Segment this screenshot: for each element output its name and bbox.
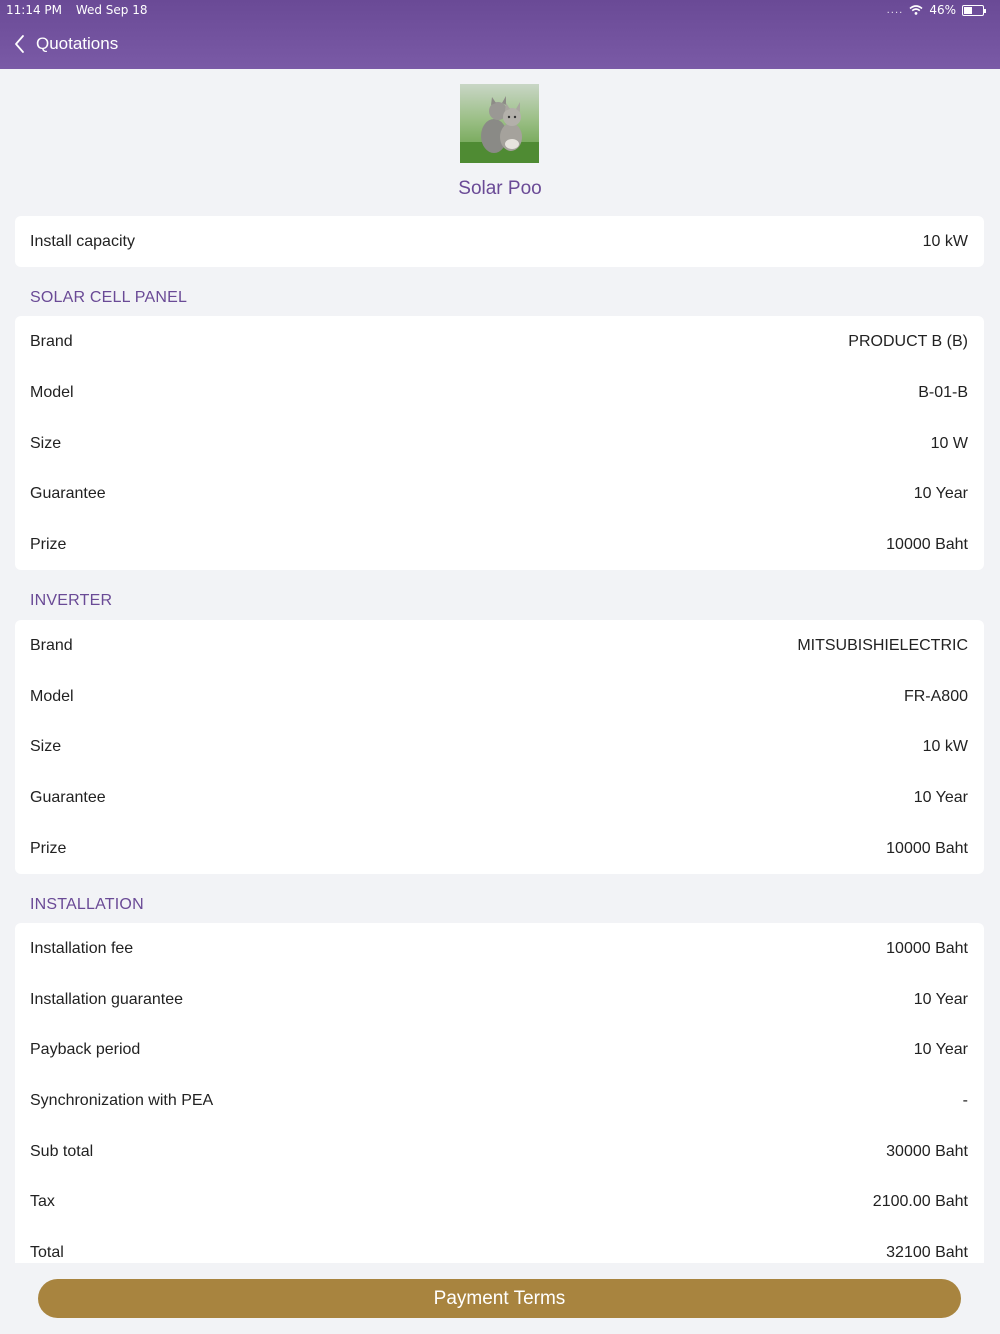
list-item: Size 10 kW	[15, 721, 984, 772]
row-label: Tax	[30, 1193, 55, 1210]
row-value: 10000 Baht	[886, 940, 968, 957]
row-value: 2100.00 Baht	[872, 1193, 968, 1210]
section-title-installation: INSTALLATION	[30, 896, 144, 913]
row-label: Size	[30, 435, 62, 452]
row-label: Prize	[30, 536, 67, 553]
row-value: 10 Year	[913, 991, 968, 1008]
status-date: Wed Sep 18	[75, 3, 148, 17]
back-label[interactable]: Quotations	[36, 34, 118, 54]
section-title-inverter: INVERTER	[30, 592, 113, 609]
list-item: Size 10 W	[15, 418, 984, 469]
row-value: 10 Year	[913, 1041, 968, 1058]
row-value: -	[962, 1092, 968, 1109]
list-item: Brand PRODUCT B (B)	[15, 316, 984, 367]
list-item: Prize 10000 Baht	[15, 823, 984, 874]
signal-dots: ....	[886, 4, 904, 16]
row-value: FR-A800	[903, 688, 968, 705]
status-time: 11:14 PM	[6, 3, 62, 17]
list-item: Tax 2100.00 Baht	[15, 1176, 984, 1227]
row-value: 10 W	[930, 435, 968, 452]
list-item: Brand MITSUBISHIELECTRIC	[15, 620, 984, 671]
installation-card: Installation fee 10000 Baht Installation…	[15, 923, 984, 1268]
list-item: Sub total 30000 Baht	[15, 1126, 984, 1177]
row-label: Prize	[30, 840, 67, 857]
list-item: Prize 10000 Baht	[15, 519, 984, 570]
list-item: Payback period 10 Year	[15, 1024, 984, 1075]
row-value: PRODUCT B (B)	[848, 333, 968, 350]
row-value: 10 kW	[922, 233, 968, 250]
row-label: Synchronization with PEA	[30, 1092, 214, 1109]
chevron-left-icon	[15, 35, 24, 53]
row-value: 10000 Baht	[886, 840, 968, 857]
row-label: Install capacity	[30, 233, 135, 250]
row-label: Model	[30, 384, 74, 401]
solar-cell-panel-card: Brand PRODUCT B (B) Model B-01-B Size 10…	[15, 316, 984, 570]
battery-icon	[962, 4, 986, 16]
row-label: Model	[30, 688, 74, 705]
navigation-header: 11:14 PM Wed Sep 18 .... 46% Quotations	[0, 0, 1000, 69]
row-label: Sub total	[30, 1143, 94, 1160]
row-value: 10 Year	[913, 789, 968, 806]
list-item: Installation fee 10000 Baht	[15, 923, 984, 974]
row-label: Guarantee	[30, 485, 106, 502]
row-value: MITSUBISHIELECTRIC	[797, 637, 968, 654]
summary-card: Install capacity 10 kW	[15, 216, 984, 267]
row-label: Payback period	[30, 1041, 141, 1058]
list-item: Installation guarantee 10 Year	[15, 974, 984, 1025]
row-value: 10000 Baht	[886, 536, 968, 553]
row-label: Size	[30, 738, 62, 755]
inverter-card: Brand MITSUBISHIELECTRIC Model FR-A800 S…	[15, 620, 984, 874]
status-bar: 11:14 PM Wed Sep 18 .... 46%	[0, 0, 1000, 20]
row-value: 10 kW	[922, 738, 968, 755]
list-item: Synchronization with PEA -	[15, 1075, 984, 1126]
list-item: Model B-01-B	[15, 367, 984, 418]
back-button[interactable]: Quotations	[12, 30, 118, 58]
product-image	[460, 84, 539, 163]
wifi-icon	[909, 5, 923, 15]
section-title-solar-cell-panel: SOLAR CELL PANEL	[30, 289, 188, 306]
row-label: Brand	[30, 637, 73, 654]
list-item: Guarantee 10 Year	[15, 468, 984, 519]
row-label: Guarantee	[30, 789, 106, 806]
list-item: Guarantee 10 Year	[15, 772, 984, 823]
row-label: Installation fee	[30, 940, 134, 957]
row-label: Installation guarantee	[30, 991, 183, 1008]
payment-terms-button[interactable]: Payment Terms	[38, 1279, 961, 1318]
list-item: Model FR-A800	[15, 671, 984, 722]
row-value: B-01-B	[918, 384, 968, 401]
row-label: Brand	[30, 333, 73, 350]
list-item: Install capacity 10 kW	[15, 216, 984, 267]
battery-percent: 46%	[929, 3, 956, 17]
row-value: 10 Year	[913, 485, 968, 502]
row-value: 30000 Baht	[886, 1143, 968, 1160]
product-name: Solar Poo	[458, 178, 542, 199]
